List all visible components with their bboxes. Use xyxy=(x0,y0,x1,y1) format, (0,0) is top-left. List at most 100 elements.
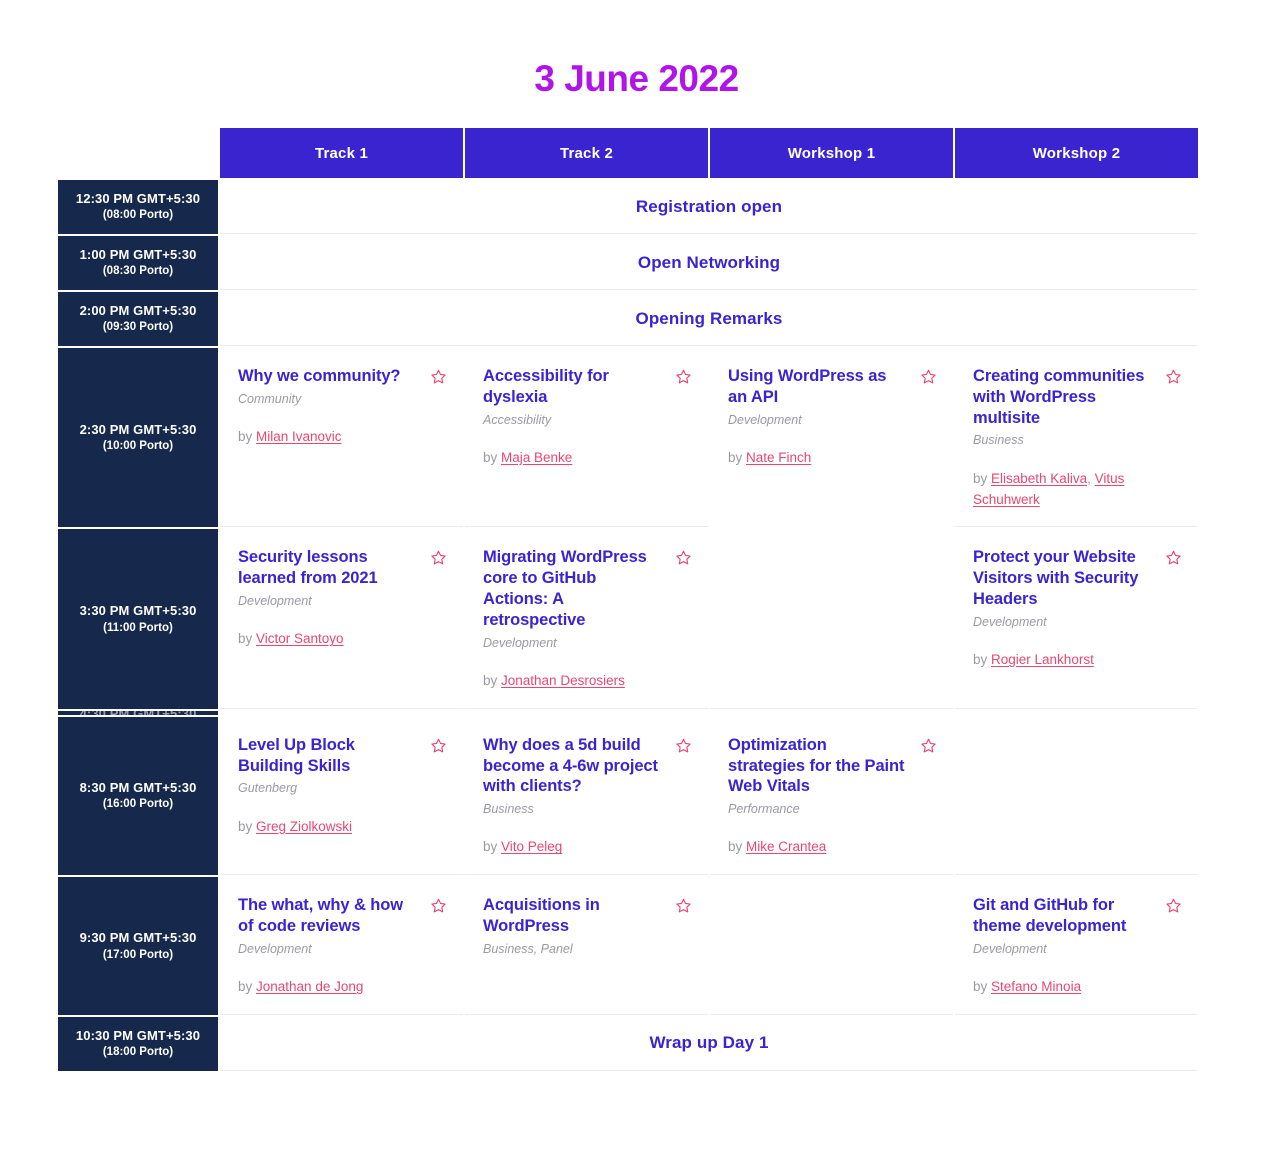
column-header-track-2: Track 2 xyxy=(465,128,708,178)
session-category: Development xyxy=(973,614,1047,629)
session-speakers: by Greg Ziolkowski xyxy=(238,817,447,838)
speaker-link[interactable]: Rogier Lankhorst xyxy=(991,652,1094,667)
session-cell-track-1[interactable]: Security lessons learned from 2021 Develo… xyxy=(220,529,463,709)
empty-slot-workshop-2 xyxy=(955,716,1198,876)
time-primary: 3:30 PM GMT+5:30 xyxy=(79,603,197,619)
session-title: Why we community? xyxy=(238,367,401,385)
schedule-row: 1:00 PM GMT+5:30 (08:30 Porto) Open Networ… xyxy=(58,236,1198,290)
speaker-link[interactable]: Stefano Minoia xyxy=(991,979,1081,994)
time-primary: 9:30 PM GMT+5:30 xyxy=(79,930,197,946)
time-slot-cell: 1:00 PM GMT+5:30 (08:30 Porto) xyxy=(58,236,218,290)
speaker-link[interactable]: Nate Finch xyxy=(746,450,811,465)
speaker-link[interactable]: Victor Santoyo xyxy=(256,631,344,646)
session-speakers: by Maja Benke xyxy=(483,448,692,469)
session-speakers: by Vito Peleg xyxy=(483,837,692,858)
session-title: Accessibility for dyslexia xyxy=(483,367,609,406)
by-prefix: by xyxy=(238,979,257,995)
session-cell-track-2[interactable]: Migrating WordPress core to GitHub Actio… xyxy=(465,529,708,709)
session-category: Gutenberg xyxy=(238,781,298,796)
favorite-star-icon[interactable] xyxy=(920,368,937,385)
by-prefix: by xyxy=(973,979,992,995)
time-primary: 1:00 PM GMT+5:30 xyxy=(79,247,197,263)
time-local: (11:00 Porto) xyxy=(103,621,173,634)
full-width-announcement: Wrap up Day 1 xyxy=(220,1016,1198,1071)
speaker-link[interactable]: Maja Benke xyxy=(501,450,572,465)
session-title: Migrating WordPress core to GitHub Actio… xyxy=(483,548,647,629)
column-header-workshop-1: Workshop 1 xyxy=(710,128,953,178)
speaker-link[interactable]: Jonathan Desrosiers xyxy=(501,673,625,688)
session-head: Using WordPress as an API xyxy=(728,366,937,408)
speaker-link[interactable]: Mike Crantea xyxy=(746,839,826,854)
session-cell-workshop-2[interactable]: Protect your Website Visitors with Secur… xyxy=(955,529,1198,709)
favorite-star-icon[interactable] xyxy=(1165,897,1182,914)
session-cell-track-2[interactable]: Acquisitions in WordPress Business, Panel xyxy=(465,877,708,1015)
session-category: Community xyxy=(238,391,302,406)
schedule-row: 2:30 PM GMT+5:30 (10:00 Porto) Why we comm… xyxy=(58,348,1198,709)
time-primary: 10:30 PM GMT+5:30 xyxy=(75,1028,201,1044)
favorite-star-icon[interactable] xyxy=(920,737,937,754)
favorite-star-icon[interactable] xyxy=(1165,549,1182,566)
session-category: Accessibility xyxy=(483,412,552,427)
session-head: Git and GitHub for theme development xyxy=(973,895,1182,937)
session-category: Performance xyxy=(728,802,800,817)
schedule-row: 3:30 PM GMT+5:30 (11:00 Porto) Security le… xyxy=(58,529,1198,709)
by-prefix: by xyxy=(973,470,992,486)
session-head: Security lessons learned from 2021 xyxy=(238,547,447,589)
speaker-link[interactable]: Jonathan de Jong xyxy=(256,979,363,994)
favorite-star-icon[interactable] xyxy=(675,897,692,914)
by-prefix: by xyxy=(238,631,257,647)
time-primary: 4:30 PM GMT+5:30 xyxy=(58,711,218,715)
session-head: Why we community? xyxy=(238,366,447,387)
session-cell-workshop-1[interactable]: Optimization strategies for the Paint We… xyxy=(710,716,953,876)
session-speakers: by Mike Crantea xyxy=(728,837,937,858)
session-cell-workshop-1[interactable]: Using WordPress as an API Development by N… xyxy=(710,348,953,709)
by-prefix: by xyxy=(238,818,257,834)
session-head: Accessibility for dyslexia xyxy=(483,366,692,408)
session-title: Level Up Block Building Skills xyxy=(238,735,355,775)
time-primary: 2:00 PM GMT+5:30 xyxy=(79,303,197,319)
session-title: Optimization strategies for the Paint We… xyxy=(728,735,905,796)
session-category: Development xyxy=(238,594,312,608)
session-head: Protect your Website Visitors with Secur… xyxy=(973,547,1182,609)
favorite-star-icon[interactable] xyxy=(430,549,447,566)
by-prefix: by xyxy=(728,839,747,855)
session-speakers: by Stefano Minoia xyxy=(973,977,1182,998)
favorite-star-icon[interactable] xyxy=(430,368,447,385)
schedule-row: 2:00 PM GMT+5:30 (09:30 Porto) Opening Rem… xyxy=(58,292,1198,346)
full-width-announcement: Opening Remarks xyxy=(220,292,1198,346)
session-cell-track-1[interactable]: Why we community? Community by Milan Ivano… xyxy=(220,348,463,528)
favorite-star-icon[interactable] xyxy=(675,549,692,566)
speaker-link[interactable]: Elisabeth Kaliva xyxy=(991,471,1087,486)
session-cell-track-2[interactable]: Why does a 5d build become a 4-6w projec… xyxy=(465,716,708,876)
session-title: Acquisitions in WordPress xyxy=(483,896,600,936)
session-cell-workshop-2[interactable]: Creating communities with WordPress mult… xyxy=(955,348,1198,528)
session-head: Migrating WordPress core to GitHub Actio… xyxy=(483,547,692,630)
session-category: Development xyxy=(728,412,802,427)
session-cell-track-1[interactable]: The what, why & how of code reviews Devel… xyxy=(220,877,463,1015)
time-slot-cell: 10:30 PM GMT+5:30 (18:00 Porto) xyxy=(58,1016,218,1071)
schedule-table: Track 1 Track 2 Workshop 1 Workshop 2 12… xyxy=(56,126,1200,1073)
speaker-link[interactable]: Vito Peleg xyxy=(501,839,562,854)
favorite-star-icon[interactable] xyxy=(430,897,447,914)
by-prefix: by xyxy=(483,672,502,688)
collapsed-row-filler xyxy=(220,711,1198,715)
session-cell-track-2[interactable]: Accessibility for dyslexia Accessibility b… xyxy=(465,348,708,528)
header-corner xyxy=(58,128,218,178)
favorite-star-icon[interactable] xyxy=(1165,368,1182,385)
full-width-announcement: Open Networking xyxy=(220,236,1198,290)
favorite-star-icon[interactable] xyxy=(675,737,692,754)
by-prefix: by xyxy=(483,449,502,465)
session-head: Level Up Block Building Skills xyxy=(238,735,447,777)
speaker-link[interactable]: Milan Ivanovic xyxy=(256,429,342,444)
speaker-link[interactable]: Greg Ziolkowski xyxy=(256,819,352,834)
session-title: Creating communities with WordPress mult… xyxy=(973,367,1145,427)
session-title: Why does a 5d build become a 4-6w projec… xyxy=(483,735,658,796)
favorite-star-icon[interactable] xyxy=(430,737,447,754)
schedule-header: Track 1 Track 2 Workshop 1 Workshop 2 xyxy=(58,128,1198,178)
time-local: (10:00 Porto) xyxy=(102,440,174,453)
favorite-star-icon[interactable] xyxy=(675,368,692,385)
full-width-announcement: Registration open xyxy=(220,180,1198,234)
session-cell-workshop-2[interactable]: Git and GitHub for theme development Deve… xyxy=(955,877,1198,1015)
session-cell-track-1[interactable]: Level Up Block Building Skills Gutenberg b… xyxy=(220,716,463,876)
time-local: (16:00 Porto) xyxy=(102,798,174,811)
